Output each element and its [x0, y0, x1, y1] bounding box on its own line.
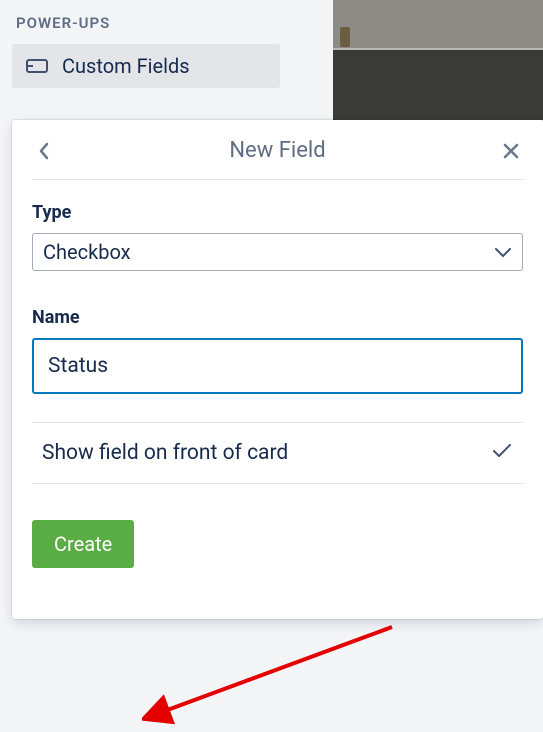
- name-section: Name: [32, 271, 523, 394]
- back-button[interactable]: [32, 139, 56, 163]
- check-icon: [491, 442, 513, 464]
- modal-header: New Field: [32, 130, 523, 180]
- sidebar: POWER-UPS Custom Fields: [0, 0, 333, 102]
- name-label: Name: [32, 307, 523, 328]
- close-button[interactable]: [499, 139, 523, 163]
- custom-fields-icon: [26, 57, 48, 75]
- modal-title: New Field: [56, 138, 499, 163]
- type-select[interactable]: Checkbox: [32, 233, 523, 271]
- sidebar-item-custom-fields[interactable]: Custom Fields: [12, 44, 280, 88]
- background-grey-panel: [333, 0, 543, 50]
- show-on-front-label: Show field on front of card: [42, 441, 288, 465]
- type-label: Type: [32, 202, 523, 223]
- close-icon: [502, 142, 520, 160]
- chevron-down-icon: [494, 243, 512, 262]
- new-field-modal: New Field Type Checkbox Name Show field …: [12, 120, 543, 619]
- show-on-front-toggle[interactable]: Show field on front of card: [32, 422, 523, 484]
- name-input[interactable]: [32, 338, 523, 394]
- create-button[interactable]: Create: [32, 520, 134, 568]
- type-value: Checkbox: [43, 240, 131, 264]
- chevron-left-icon: [37, 141, 51, 161]
- sidebar-item-label: Custom Fields: [62, 54, 190, 78]
- type-section: Type Checkbox: [32, 180, 523, 271]
- annotation-arrow: [142, 612, 402, 732]
- background-item: [340, 27, 350, 47]
- section-header-power-ups: POWER-UPS: [16, 14, 321, 32]
